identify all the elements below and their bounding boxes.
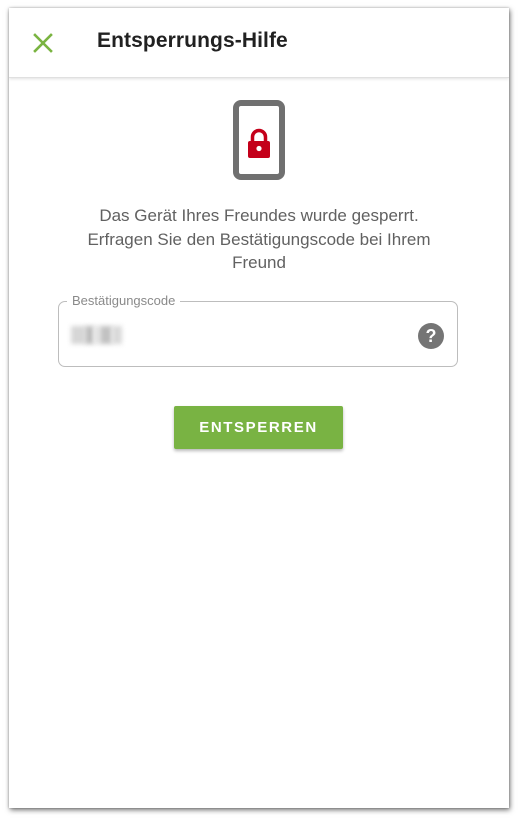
unlock-button[interactable]: ENTSPERREN (174, 406, 343, 449)
locked-message: Das Gerät Ihres Freundes wurde gesperrt.… (29, 204, 489, 275)
close-icon (33, 33, 53, 53)
unlock-help-screen: Entsperrungs-Hilfe Das Gerät Ihres Freun… (9, 8, 509, 808)
app-title: Entsperrungs-Hilfe (97, 29, 288, 52)
help-icon[interactable]: ? (418, 323, 444, 349)
locked-phone-icon (233, 100, 285, 185)
app-bar: Entsperrungs-Hilfe (9, 8, 509, 78)
message-line-2: Erfragen Sie den Bestätigungscode bei Ih… (87, 229, 431, 249)
close-button[interactable] (26, 26, 60, 60)
help-glyph: ? (425, 325, 437, 346)
message-line-1: Das Gerät Ihres Freundes wurde gesperrt. (99, 206, 419, 225)
confirmation-code-label: Bestätigungscode (67, 293, 181, 309)
confirmation-code-field[interactable]: Bestätigungscode ? (58, 293, 458, 367)
confirmation-code-value-obscured[interactable] (71, 323, 131, 347)
message-line-3: Freund (232, 253, 286, 272)
